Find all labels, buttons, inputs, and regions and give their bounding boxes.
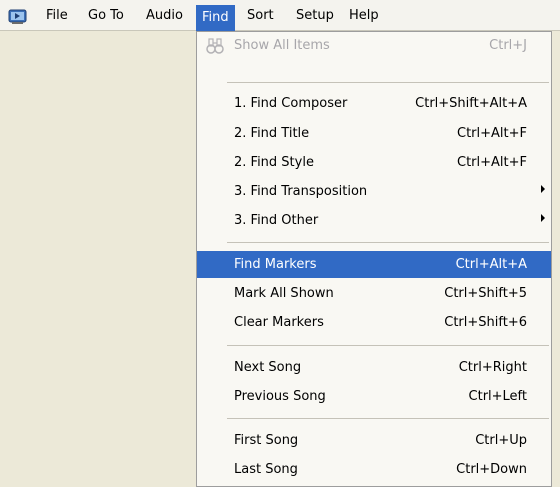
menu-item-shortcut: Ctrl+J [489, 38, 527, 53]
menu-item-label: Next Song [234, 360, 302, 375]
menu-item-shortcut: Ctrl+Down [456, 462, 527, 477]
menu-item-shortcut: Ctrl+Alt+F [457, 155, 527, 170]
submenu-arrow-icon [541, 185, 545, 193]
menu-item-label: Previous Song [234, 389, 326, 404]
menu-item-find-style[interactable]: 2. Find Style Ctrl+Alt+F [197, 149, 551, 176]
menu-item-clear-markers[interactable]: Clear Markers Ctrl+Shift+6 [197, 309, 551, 336]
find-menu-dropdown: Show All Items Ctrl+J 1. Find Composer C… [196, 31, 552, 487]
menu-item-label: 2. Find Style [234, 155, 314, 170]
menu-go-to[interactable]: Go To [82, 6, 130, 26]
menu-item-label: 3. Find Other [234, 213, 319, 228]
menu-item-label: First Song [234, 433, 299, 448]
menu-item-shortcut: Ctrl+Up [475, 433, 527, 448]
menu-item-shortcut: Ctrl+Alt+A [455, 257, 527, 272]
app-icon[interactable] [8, 7, 30, 25]
menu-setup[interactable]: Setup [290, 6, 340, 26]
menu-separator [227, 345, 549, 346]
menu-item-label: Show All Items [234, 38, 330, 53]
menu-item-last-song[interactable]: Last Song Ctrl+Down [197, 456, 551, 483]
menu-separator [227, 82, 549, 83]
menu-item-find-markers[interactable]: Find Markers Ctrl+Alt+A [197, 251, 551, 278]
menu-item-label: 2. Find Title [234, 126, 310, 141]
menu-item-find-composer[interactable]: 1. Find Composer Ctrl+Shift+Alt+A [197, 90, 551, 117]
menu-item-shortcut: Ctrl+Shift+Alt+A [415, 96, 527, 111]
menu-audio[interactable]: Audio [140, 6, 189, 26]
menu-item-label: 1. Find Composer [234, 96, 348, 111]
menu-item-next-song[interactable]: Next Song Ctrl+Right [197, 354, 551, 381]
menu-item-show-all-items[interactable]: Show All Items Ctrl+J [197, 32, 551, 59]
menu-sort[interactable]: Sort [241, 6, 280, 26]
menu-item-mark-all-shown[interactable]: Mark All Shown Ctrl+Shift+5 [197, 280, 551, 307]
menu-separator [227, 242, 549, 243]
menu-item-first-song[interactable]: First Song Ctrl+Up [197, 427, 551, 454]
menu-item-find-title[interactable]: 2. Find Title Ctrl+Alt+F [197, 120, 551, 147]
menu-item-label: Mark All Shown [234, 286, 334, 301]
submenu-arrow-icon [541, 214, 545, 222]
menu-item-shortcut: Ctrl+Alt+F [457, 126, 527, 141]
menu-item-find-other[interactable]: 3. Find Other [197, 207, 551, 234]
menu-item-find-transposition[interactable]: 3. Find Transposition [197, 178, 551, 205]
menu-item-shortcut: Ctrl+Shift+5 [444, 286, 527, 301]
binoculars-icon [206, 38, 224, 54]
menu-find[interactable]: Find [196, 5, 235, 31]
menu-item-shortcut: Ctrl+Left [468, 389, 527, 404]
menu-file[interactable]: File [40, 6, 74, 26]
menu-item-label: Last Song [234, 462, 298, 477]
menu-item-label: Find Markers [234, 257, 317, 272]
menu-help[interactable]: Help [343, 6, 385, 26]
menu-item-label: 3. Find Transposition [234, 184, 368, 199]
menu-bar: File Go To Audio Find Sort Setup Help [0, 0, 560, 31]
menu-item-previous-song[interactable]: Previous Song Ctrl+Left [197, 383, 551, 410]
menu-item-shortcut: Ctrl+Right [458, 360, 527, 375]
menu-separator [227, 418, 549, 419]
menu-item-shortcut: Ctrl+Shift+6 [444, 315, 527, 330]
menu-item-label: Clear Markers [234, 315, 324, 330]
